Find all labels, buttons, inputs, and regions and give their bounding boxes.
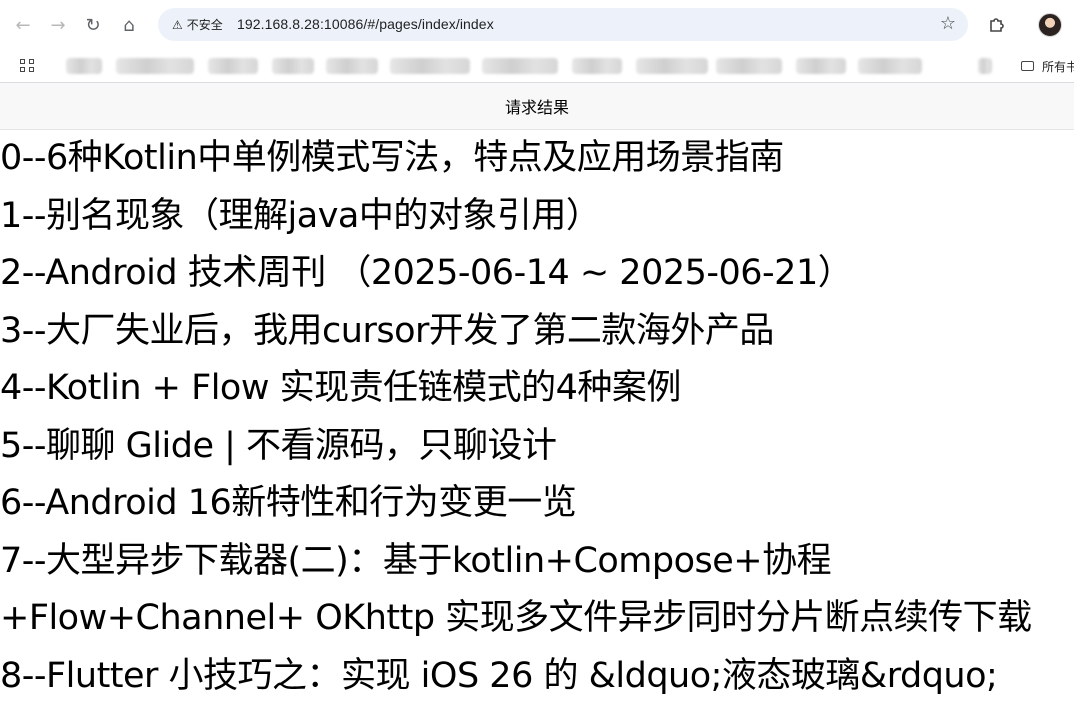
result-item: 2--Android 技术周刊 （2025-06-14 ~ 2025-06-21… <box>0 253 853 293</box>
request-result-button[interactable]: 请求结果 <box>0 83 1074 130</box>
bookmark-item[interactable] <box>978 58 992 74</box>
result-item: +Flow+Channel+ OKhttp 实现多文件异步同时分片断点续传下载 <box>0 598 1032 638</box>
folder-icon <box>1021 61 1034 71</box>
bookmark-item[interactable] <box>326 58 378 74</box>
bookmark-item[interactable] <box>572 58 622 74</box>
bookmark-item[interactable] <box>272 58 314 74</box>
result-item: 6--Android 16新特性和行为变更一览 <box>0 483 577 523</box>
result-item: 8--Flutter 小技巧之：实现 iOS 26 的 &ldquo;液态玻璃&… <box>0 655 998 696</box>
result-item: 3--大厂失业后，我用cursor开发了第二款海外产品 <box>0 310 774 351</box>
result-item: 1--别名现象（理解java中的对象引用） <box>0 195 601 236</box>
all-bookmarks-folder[interactable]: 所有书 <box>1021 54 1074 78</box>
bookmark-item[interactable] <box>716 58 782 74</box>
bookmark-item[interactable] <box>390 58 470 74</box>
result-item: 7--大型异步下载器(二)：基于kotlin+Compose+协程 <box>0 540 832 581</box>
apps-grid-icon[interactable] <box>18 56 36 74</box>
bookmark-item[interactable] <box>858 58 922 74</box>
bookmark-star-icon[interactable]: ☆ <box>940 13 956 34</box>
reload-icon[interactable]: ↻ <box>80 12 106 38</box>
result-item: 4--Kotlin + Flow 实现责任链模式的4种案例 <box>0 368 681 408</box>
bookmark-item[interactable] <box>796 58 846 74</box>
security-indicator[interactable]: ⚠ 不安全 <box>164 14 231 35</box>
back-arrow-icon[interactable]: ← <box>10 12 36 38</box>
all-bookmarks-label: 所有书 <box>1042 59 1074 74</box>
bookmark-item[interactable] <box>636 58 708 74</box>
security-label: 不安全 <box>186 18 223 32</box>
request-result-label: 请求结果 <box>504 98 569 117</box>
bookmarks-bar: 所有书 <box>0 50 1074 83</box>
home-icon[interactable]: ⌂ <box>116 12 142 38</box>
address-bar[interactable]: ⚠ 不安全 192.168.8.28:10086/#/pages/index/i… <box>158 8 968 41</box>
result-list: 0--6种Kotlin中单例模式写法，特点及应用场景指南 1--别名现象（理解j… <box>0 130 1074 704</box>
warning-triangle-icon: ⚠ <box>172 17 183 32</box>
bookmark-item[interactable] <box>116 58 194 74</box>
browser-toolbar: ← → ↻ ⌂ ⚠ 不安全 192.168.8.28:10086/#/pages… <box>0 0 1074 50</box>
bookmark-item[interactable] <box>208 58 258 74</box>
profile-avatar[interactable] <box>1038 13 1062 37</box>
result-item: 5--聊聊 Glide | 不看源码，只聊设计 <box>0 425 557 466</box>
bookmark-item[interactable] <box>66 58 102 74</box>
url-text[interactable]: 192.168.8.28:10086/#/pages/index/index <box>237 16 494 32</box>
extensions-puzzle-icon[interactable] <box>986 13 1008 35</box>
bookmark-item[interactable] <box>482 58 558 74</box>
result-item: 0--6种Kotlin中单例模式写法，特点及应用场景指南 <box>0 138 784 178</box>
forward-arrow-icon[interactable]: → <box>45 12 71 38</box>
